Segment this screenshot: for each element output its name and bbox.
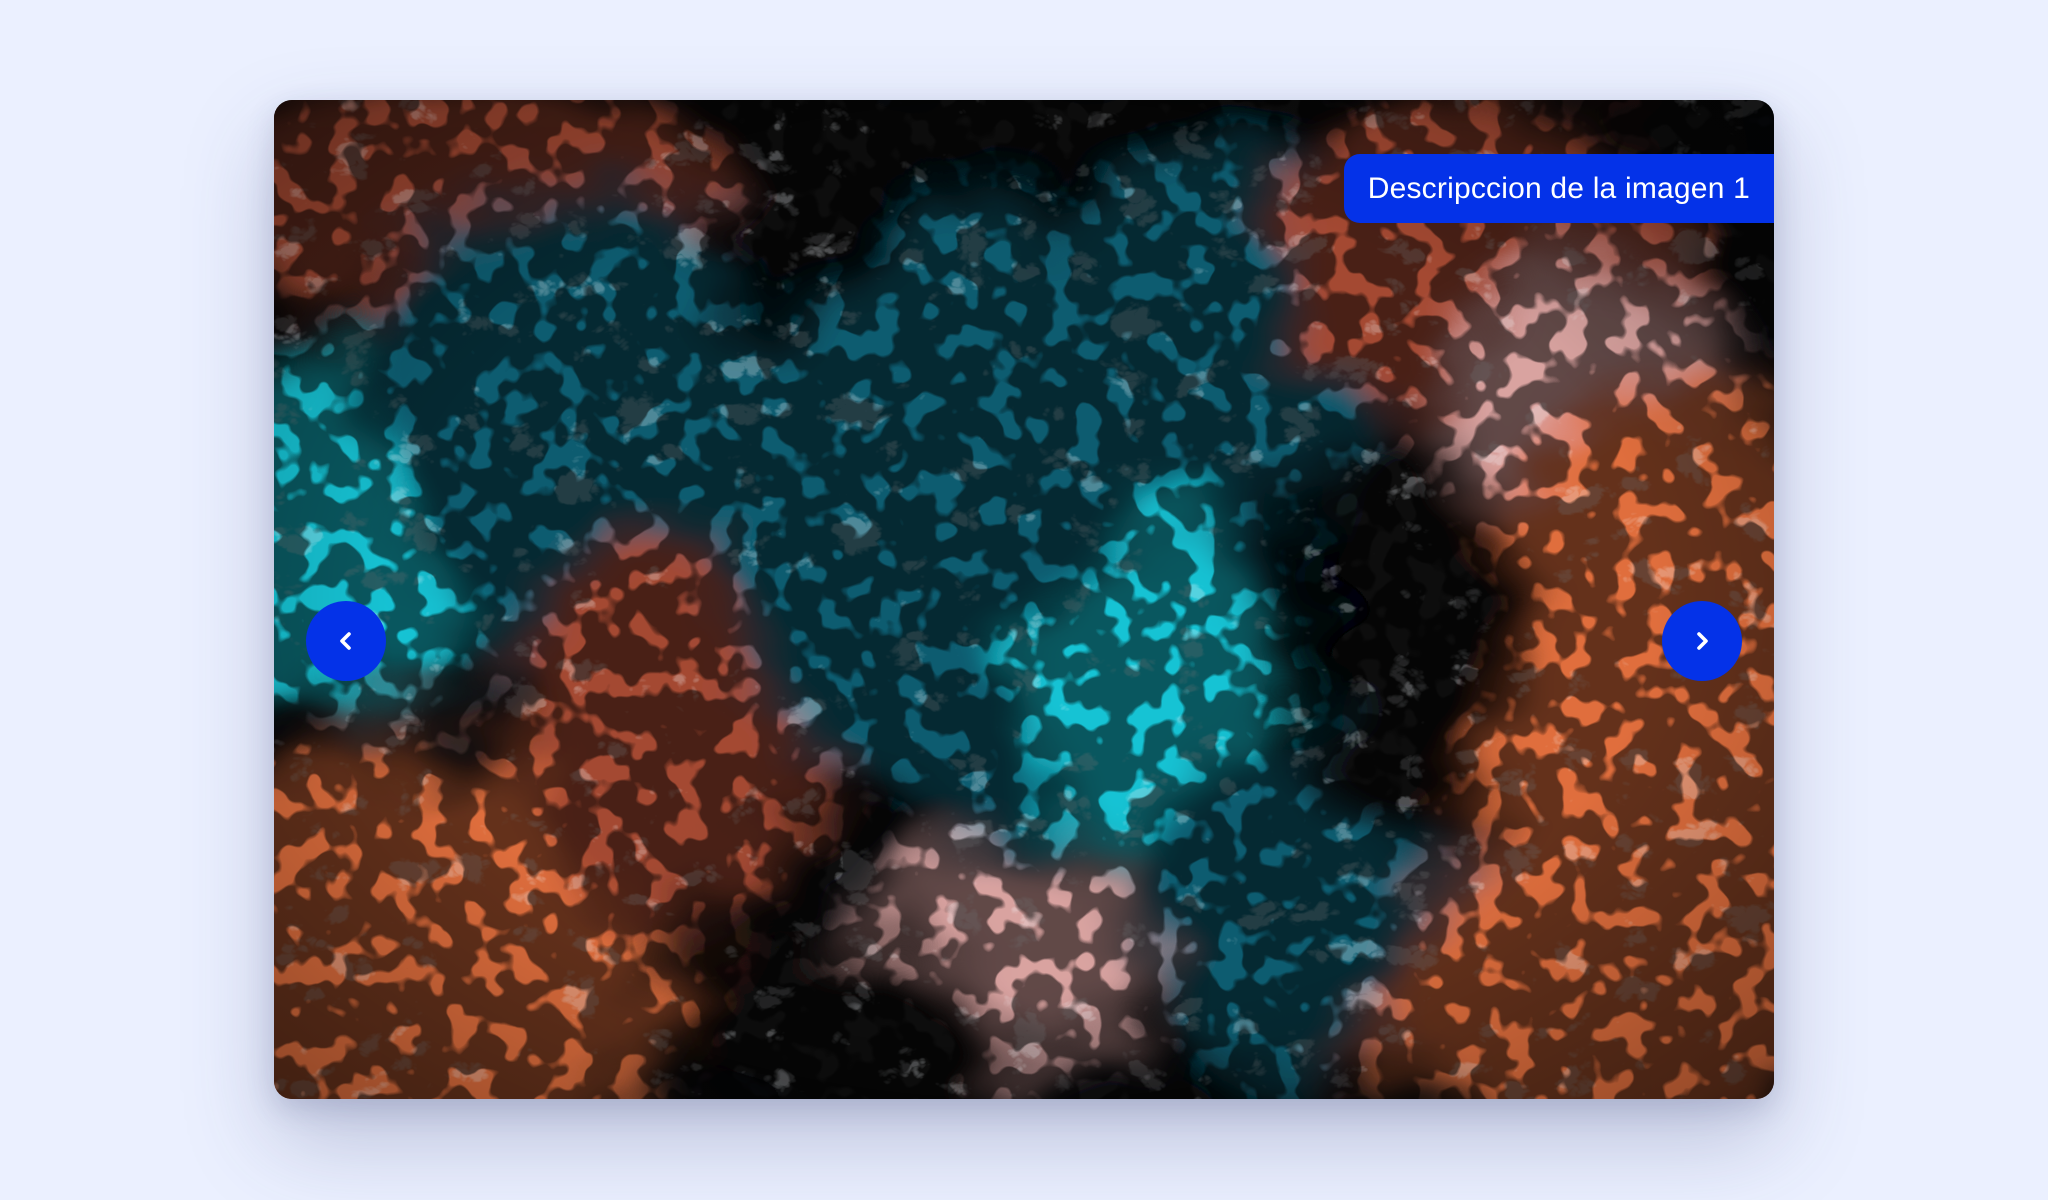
slide-image [274, 100, 1774, 1099]
next-slide-button[interactable] [1662, 601, 1742, 681]
art-color-fields [274, 100, 1774, 1099]
image-carousel: Descripccion de la imagen 1 123456 [274, 100, 1774, 1099]
page-background: Descripccion de la imagen 1 123456 [0, 0, 2048, 1200]
previous-slide-button[interactable] [306, 601, 386, 681]
slide-caption-text: Descripccion de la imagen 1 [1367, 171, 1750, 205]
chevron-left-icon [340, 632, 351, 650]
chevron-right-icon [1697, 632, 1708, 650]
slide-caption: Descripccion de la imagen 1 [1343, 154, 1774, 223]
